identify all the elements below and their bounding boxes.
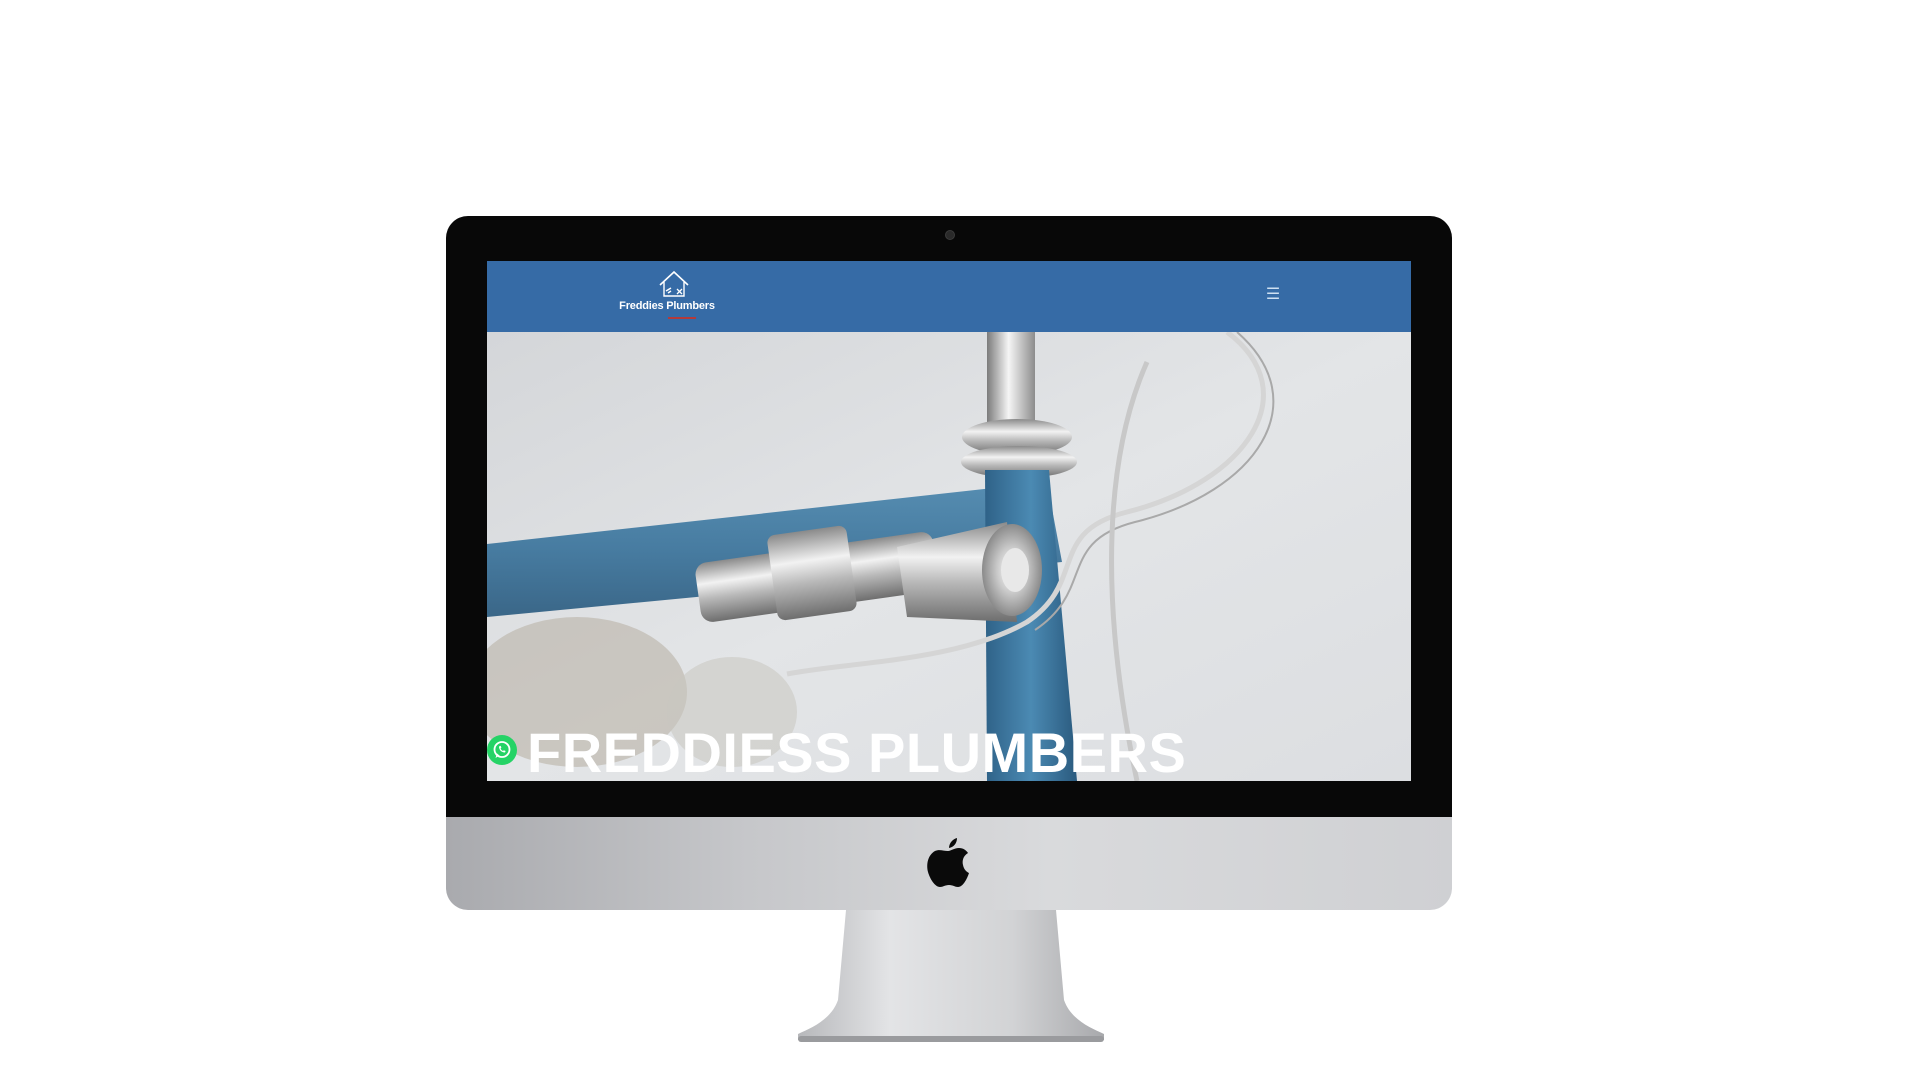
hamburger-menu-icon[interactable]: ☰ xyxy=(1263,285,1283,305)
whatsapp-icon xyxy=(493,741,511,758)
hero-title: FREDDIESS PLUMBERS xyxy=(527,721,1187,781)
brand-name: Freddies Plumbers xyxy=(619,300,715,312)
hero-image xyxy=(487,332,1411,781)
site-header: Freddies Plumbers ☰ xyxy=(487,261,1411,332)
imac-stand xyxy=(798,910,1104,1042)
logo-underline xyxy=(668,317,696,319)
website-screen: Freddies Plumbers ☰ FREDDIESS PLUMBERS xyxy=(487,261,1411,781)
imac-chin xyxy=(446,817,1452,910)
apple-logo-icon xyxy=(927,838,969,887)
hero-section: FREDDIESS PLUMBERS xyxy=(487,332,1411,781)
site-logo[interactable]: Freddies Plumbers xyxy=(615,269,719,325)
camera-dot xyxy=(945,230,955,240)
house-wrench-icon xyxy=(659,270,689,297)
whatsapp-button[interactable] xyxy=(487,735,517,765)
